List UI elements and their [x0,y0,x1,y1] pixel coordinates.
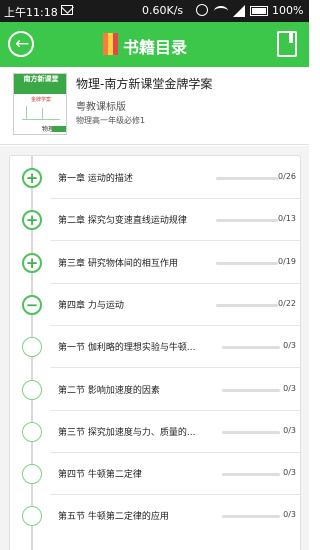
section-node-icon [22,506,42,527]
progress-count: 0/3 [283,425,296,435]
mail-icon [61,5,73,15]
battery-level: 100% [272,4,304,17]
signal-icon [233,5,245,17]
collapse-icon[interactable]: − [22,294,42,315]
progress-count: 0/3 [283,341,296,351]
toc-item-label: 第四章 力与运动 [58,300,124,311]
progress-count: 0/3 [283,383,296,393]
progress-bar [216,303,278,307]
expand-icon[interactable]: + [22,252,42,273]
bookmark-icon [289,33,293,43]
toc-item-label: 第一节 伽利略的理想实验与牛顿... [58,343,196,354]
section-row[interactable]: 第一节 伽利略的理想实验与牛顿... 0/3 [10,326,300,369]
wifi-icon [214,6,228,16]
progress-count: 0/19 [278,256,296,266]
progress-count: 0/3 [283,510,296,520]
toc-area: + 第一章 运动的描述 0/26 + 第二章 探究匀变速直线运动规律 0/13 + 第三章 研… [0,146,309,550]
expand-icon[interactable]: + [22,210,42,231]
progress-bar [216,261,278,265]
book-title: 物理-南方新课堂金牌学案 [76,77,213,91]
cover-badge [52,126,66,132]
book-edition: 粤教课标版 [76,102,126,113]
progress-bar [222,346,280,350]
progress-bar [222,388,280,392]
plus-icon: + [25,253,39,272]
status-bar: 上午11:18 0.60K/s 100% [0,0,309,22]
section-row[interactable]: 第四节 牛顿第二定律 0/3 [10,453,300,496]
section-row[interactable]: 第三节 探究加速度与力、质量的... 0/3 [10,411,300,453]
progress-count: 0/13 [278,214,296,224]
books-icon [103,33,119,55]
minus-icon: − [25,295,39,314]
section-node-icon [22,464,42,485]
toc-item-label: 第三章 研究物体间的相互作用 [58,258,178,269]
chapter-row[interactable]: + 第三章 研究物体间的相互作用 0/19 [10,242,300,284]
plus-icon: + [25,169,39,187]
bookmark-button[interactable] [277,31,297,57]
section-node-icon [22,337,42,358]
progress-bar [222,515,280,519]
plus-icon: + [25,211,39,230]
alarm-icon [196,4,208,16]
chapter-row[interactable]: + 第一章 运动的描述 0/26 [10,157,300,199]
cover-brand-sub: 金牌学案 [30,97,51,103]
progress-count: 0/22 [278,298,296,308]
expand-icon[interactable]: + [22,168,42,188]
book-grade: 物理高一年级必修1 [76,116,146,125]
toc-item-label: 第四节 牛顿第二定律 [58,470,142,481]
progress-count: 0/26 [278,172,296,181]
chapter-row[interactable]: + 第二章 探究匀变速直线运动规律 0/13 [10,199,300,242]
status-time: 上午11:18 [4,6,58,19]
back-arrow-icon: ← [15,34,30,54]
toc-item-label: 第二章 探究匀变速直线运动规律 [58,216,187,227]
progress-bar [216,219,278,223]
chapter-row[interactable]: − 第四章 力与运动 0/22 [10,284,300,326]
cover-illustration [22,104,60,120]
back-button[interactable]: ← [8,31,34,57]
toc-list: + 第一章 运动的描述 0/26 + 第二章 探究匀变速直线运动规律 0/13 + 第三章 研… [9,155,301,550]
toc-item-label: 第五节 牛顿第二定律的应用 [58,512,169,523]
section-node-icon [22,421,42,442]
cover-brand: 南方新课堂 [14,74,66,94]
book-cover: 南方新课堂 金牌学案 物理 [13,73,67,135]
toc-item-label: 第一章 运动的描述 [58,174,133,184]
page-title: 书籍目录 [123,38,188,57]
section-row[interactable]: 第五节 牛顿第二定律的应用 0/3 [10,495,300,537]
progress-bar [216,177,278,180]
book-info: 南方新课堂 金牌学案 物理 物理-南方新课堂金牌学案 粤教课标版 物理高一年级必… [0,67,309,145]
network-speed: 0.60K/s [142,4,184,17]
toc-item-label: 第三节 探究加速度与力、质量的... [58,427,196,438]
toc-item-label: 第二节 影响加速度的因素 [58,385,160,396]
section-node-icon [22,379,42,400]
progress-count: 0/3 [283,468,296,478]
section-row[interactable]: 第二节 影响加速度的因素 0/3 [10,369,300,411]
app-bar: ← 书籍目录 [0,22,309,67]
progress-bar [222,430,280,434]
battery-icon [250,6,268,16]
progress-bar [222,473,280,477]
